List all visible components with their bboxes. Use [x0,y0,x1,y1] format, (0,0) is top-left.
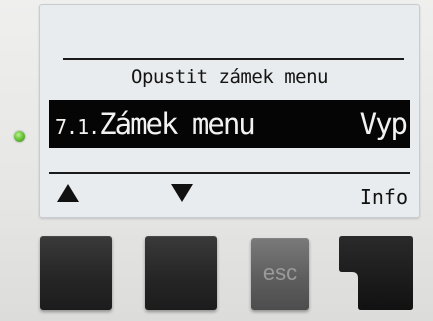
esc-button[interactable]: esc [251,238,309,310]
lcd-top-divider [63,58,404,60]
status-led-icon [14,131,25,142]
up-arrow-icon [57,182,79,212]
down-arrow-icon [171,182,193,212]
menu-row-value: Vyp [359,107,408,141]
menu-row-label: 7.1.Zámek menu [55,100,256,148]
info-softkey-label: Info [359,185,408,209]
up-button[interactable] [40,236,112,310]
info-button[interactable] [339,236,413,310]
menu-row-text: Zámek menu [99,107,256,141]
menu-title: Opustit zámek menu [131,66,328,88]
esc-button-label: esc [262,260,298,285]
menu-row-number: 7.1. [55,115,100,139]
down-button[interactable] [145,236,217,310]
lcd-display: Opustit zámek menu 7.1.Zámek menu Vyp In… [39,4,420,218]
lcd-bottom-divider [49,172,410,174]
selected-menu-row[interactable]: 7.1.Zámek menu Vyp [49,100,410,148]
